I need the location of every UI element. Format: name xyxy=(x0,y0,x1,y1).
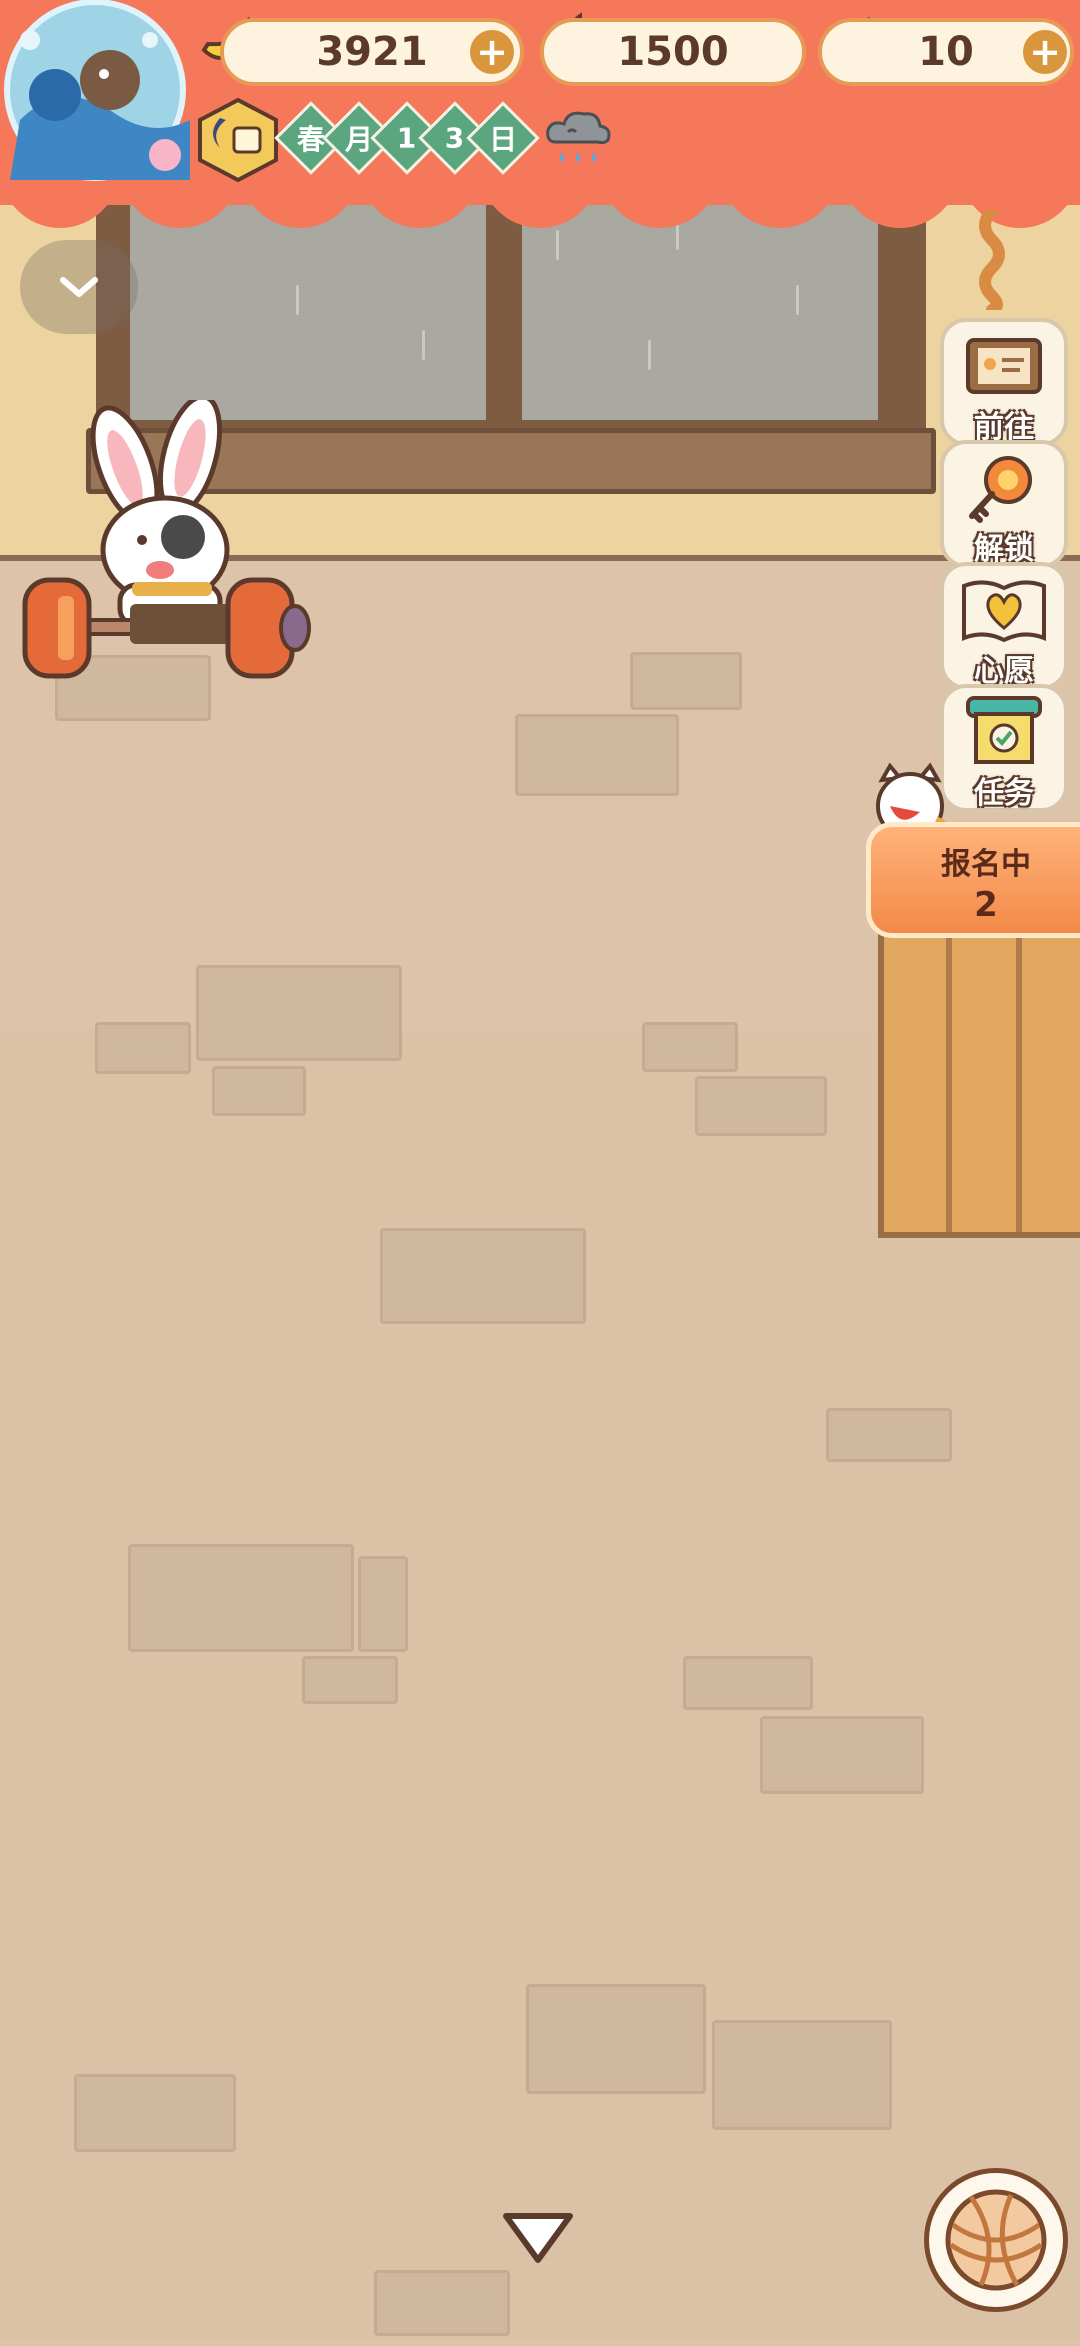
floor-brick xyxy=(515,714,679,796)
chevron-down-icon xyxy=(60,277,98,297)
add-banana-button[interactable]: + xyxy=(467,27,517,77)
date-month-text: 月 xyxy=(344,122,374,156)
floor-brick xyxy=(642,1022,738,1072)
flame-counter: 1500 xyxy=(540,18,806,86)
rain-drop xyxy=(796,285,799,315)
rain-drop xyxy=(296,285,299,315)
floor-brick xyxy=(95,1022,191,1074)
rain-drop xyxy=(556,230,559,260)
task-scroll-icon xyxy=(966,696,1042,764)
blue-banana-value: 10 xyxy=(918,29,974,75)
signboard-icon xyxy=(966,338,1042,394)
floor-brick xyxy=(302,1656,398,1704)
side-button-tasks-label: 任务 xyxy=(974,776,1034,811)
date-season-text: 春 xyxy=(296,122,326,156)
signup-count: 2 xyxy=(974,885,998,925)
rain-drop xyxy=(422,330,425,360)
rain-drop xyxy=(648,340,651,370)
side-button-unlock[interactable]: 解锁 xyxy=(940,440,1068,568)
signup-badge[interactable]: 报名中 2 xyxy=(866,822,1080,938)
floor-brick xyxy=(212,1066,306,1116)
date-day-text: 日 xyxy=(488,122,518,156)
floor-brick xyxy=(760,1716,924,1794)
floor-brick xyxy=(695,1076,827,1136)
date-digit-text: 3 xyxy=(445,121,465,155)
banana-value: 3921 xyxy=(316,29,428,75)
date-digit-text: 1 xyxy=(397,121,417,155)
floor-brick xyxy=(826,1408,952,1462)
window-pane-right xyxy=(522,190,878,420)
side-button-goto[interactable]: 前往 xyxy=(940,318,1068,446)
floor-brick xyxy=(683,1656,813,1710)
wooden-door xyxy=(878,930,1080,1238)
add-blue-banana-button[interactable]: + xyxy=(1020,27,1070,77)
moon-clock-icon[interactable] xyxy=(196,97,280,183)
door-plank-line xyxy=(1016,936,1022,1232)
floor-brick xyxy=(128,1544,354,1652)
floor-brick xyxy=(196,965,402,1061)
collapse-button[interactable] xyxy=(20,240,138,334)
rain-cloud-icon xyxy=(542,102,614,174)
floor-brick xyxy=(712,2020,892,2130)
player-avatar[interactable] xyxy=(0,0,200,190)
floor-brick xyxy=(358,1556,408,1652)
floor-brick xyxy=(526,1984,706,2094)
key-icon xyxy=(969,456,1032,523)
wish-book-icon xyxy=(962,580,1046,643)
scroll-down-button[interactable] xyxy=(500,2210,576,2266)
yarn-ball-icon xyxy=(945,2189,1047,2291)
flame-value: 1500 xyxy=(617,29,729,75)
door-plank-line xyxy=(946,936,952,1232)
yarn-ball-button[interactable] xyxy=(924,2168,1068,2312)
floor-brick xyxy=(74,2074,236,2152)
triangle-down-icon xyxy=(503,2213,573,2263)
bunny-weightlifter[interactable] xyxy=(20,394,320,690)
hanging-rope-icon xyxy=(972,204,1012,316)
floor-brick xyxy=(374,2270,510,2336)
signup-label: 报名中 xyxy=(941,847,1031,882)
side-button-wish[interactable]: 心愿 xyxy=(940,562,1068,690)
floor-brick xyxy=(380,1228,586,1324)
floor-brick xyxy=(630,652,742,710)
